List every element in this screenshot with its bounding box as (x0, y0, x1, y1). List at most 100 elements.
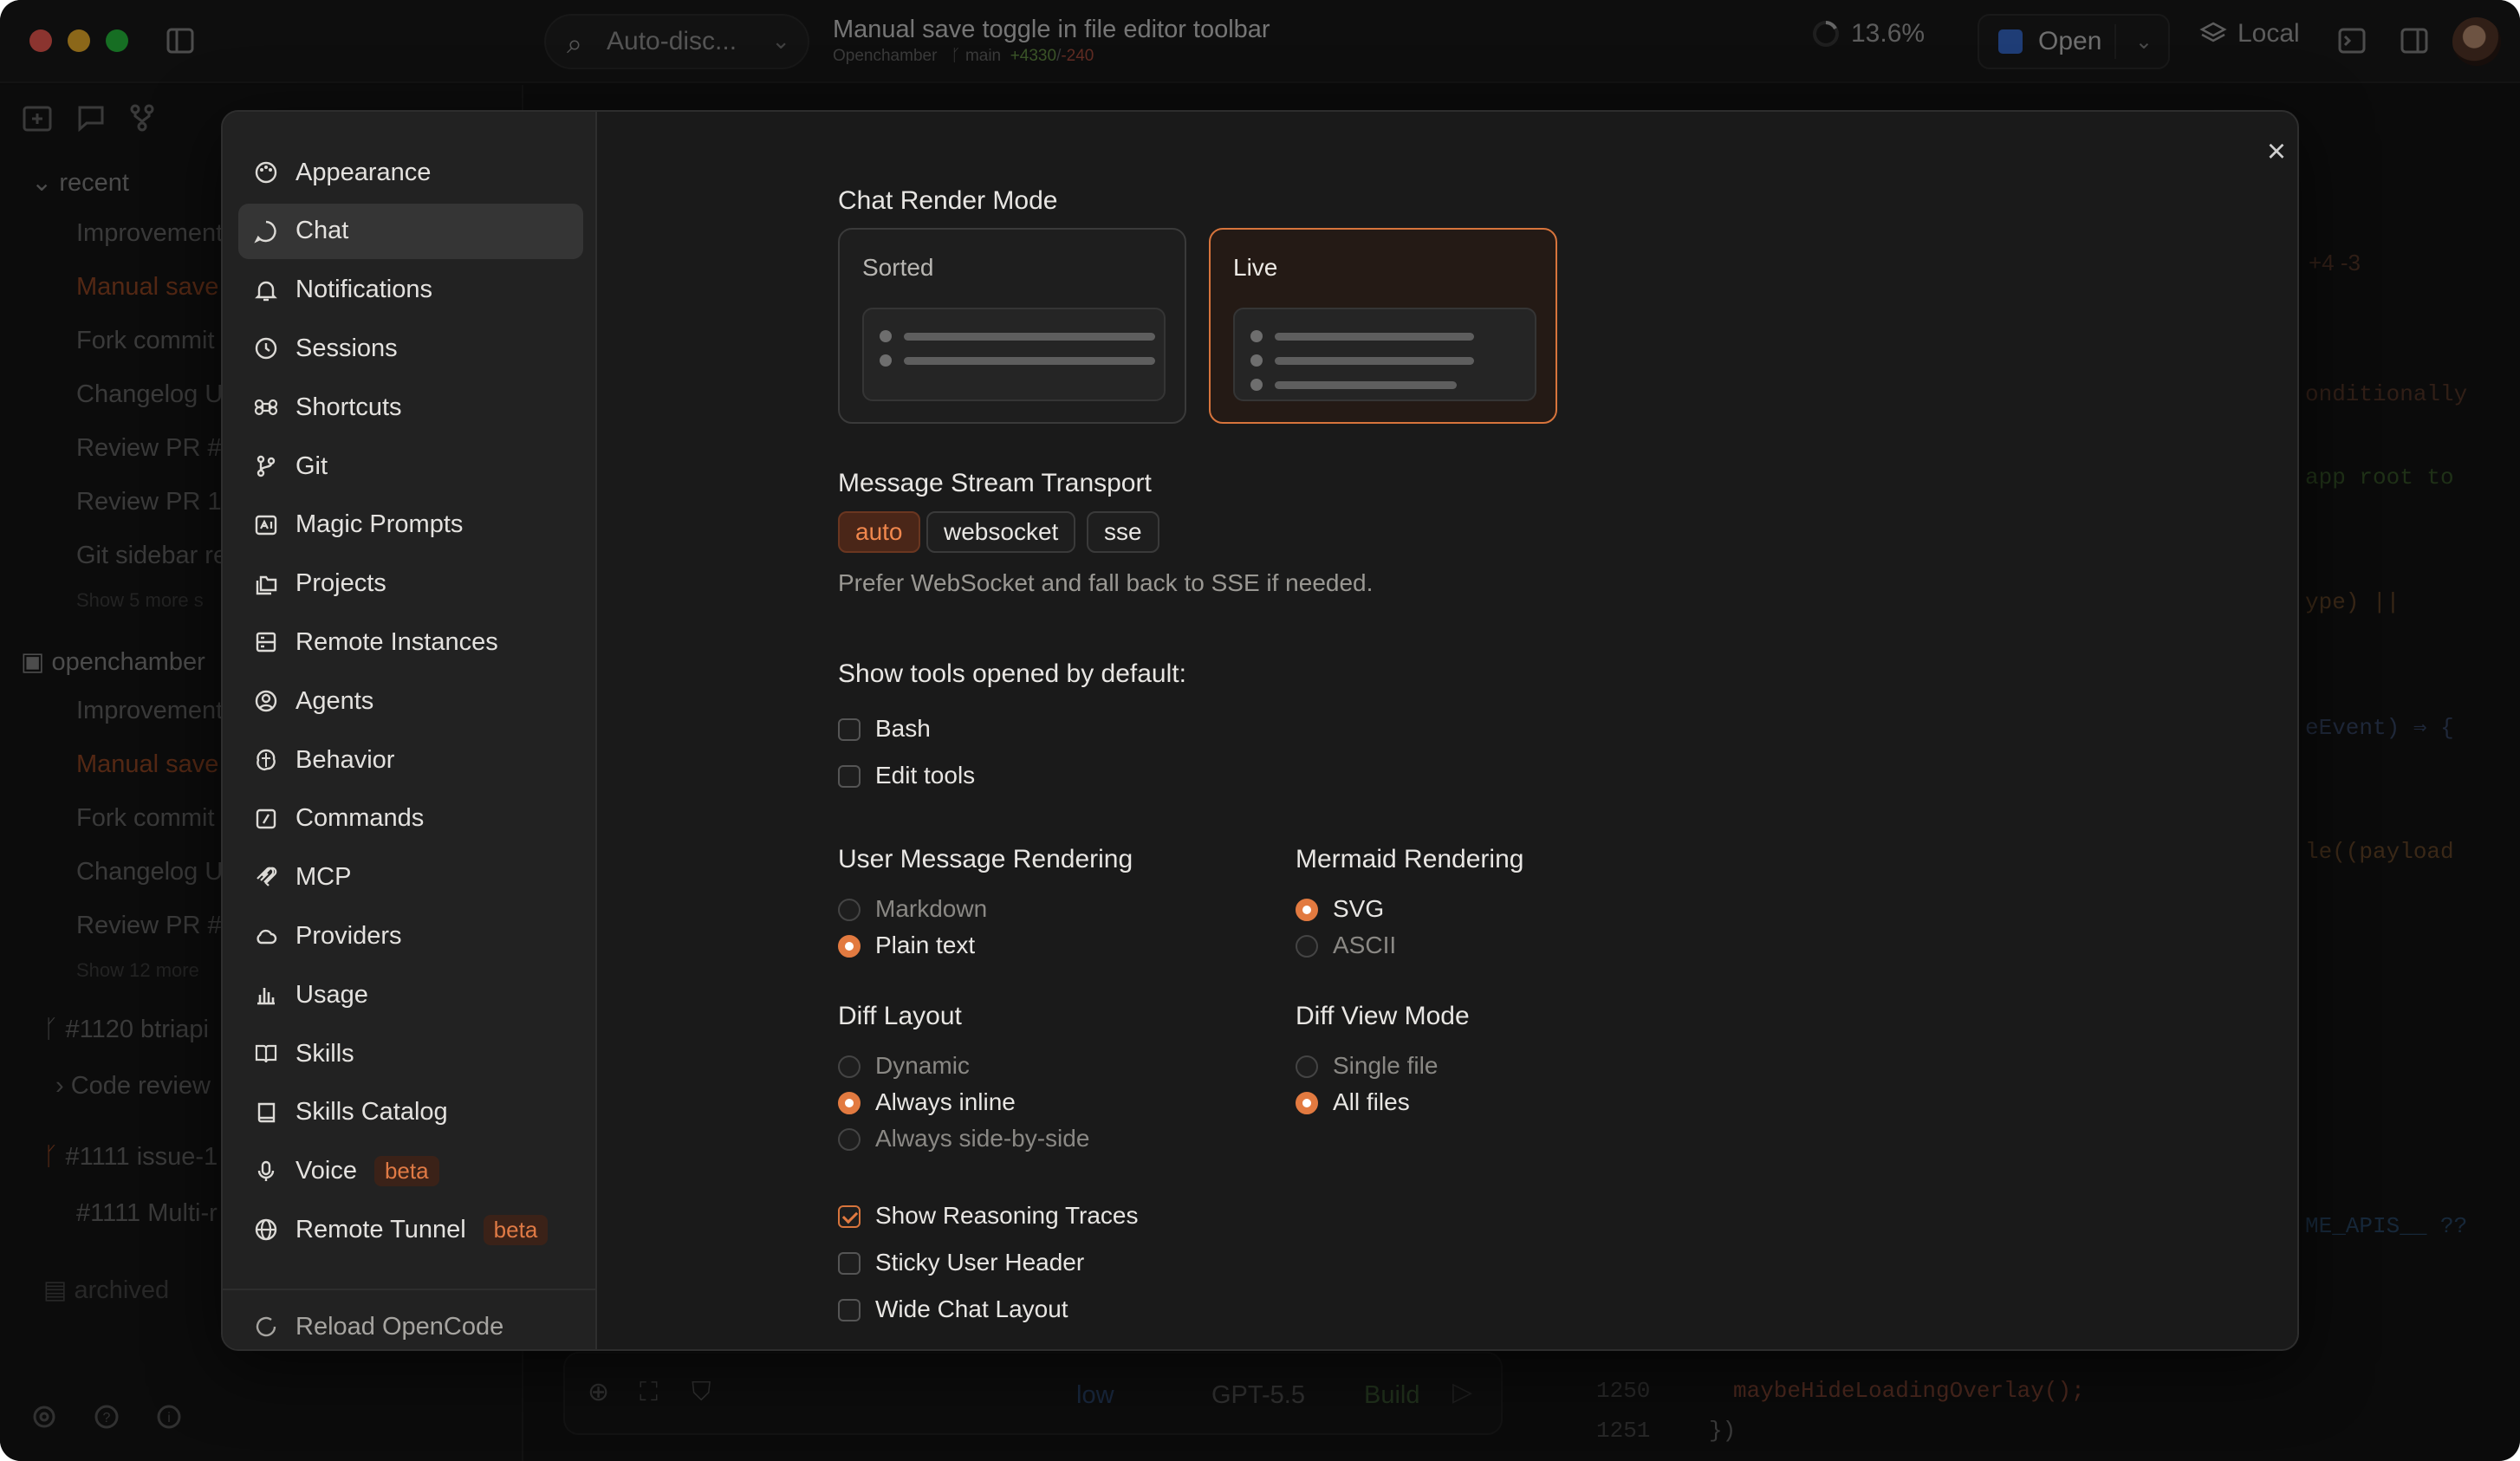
close-icon[interactable]: × (2259, 134, 2294, 169)
nav-item-shortcuts[interactable]: Shortcuts (238, 380, 583, 435)
nav-item-label: Shortcuts (296, 393, 402, 421)
settings-nav: Appearance Chat Notifications Sessions Short… (223, 112, 597, 1349)
diff-view-mode-all-files-label: All files (1333, 1088, 1410, 1115)
nav-item-projects[interactable]: Projects (238, 556, 583, 612)
mcp-icon (257, 867, 277, 886)
cloud-icon (257, 930, 277, 945)
render-mode-sorted-card[interactable]: Sorted (838, 228, 1186, 424)
tool-bash-label: Bash (875, 715, 931, 742)
transport-websocket-chip[interactable]: websocket (926, 511, 1076, 553)
clock-icon (255, 338, 277, 360)
diff-layout-always-inline-radio[interactable] (838, 1092, 861, 1114)
nav-item-providers[interactable]: Providers (238, 908, 583, 964)
diff-layout-title: Diff Layout (838, 1002, 962, 1030)
render-mode-label: Sorted (862, 254, 934, 281)
chat-render-mode-title: Chat Render Mode (838, 186, 1058, 215)
tool-edit-tools-label: Edit tools (875, 762, 976, 789)
diff-layout-dynamic-radio[interactable] (838, 1055, 861, 1078)
beta-badge: beta (483, 1214, 549, 1245)
reload-opencode-button[interactable]: Reload OpenCode (254, 1301, 504, 1349)
nav-item-appearance[interactable]: Appearance (238, 145, 583, 200)
user-message-rendering-markdown-radio[interactable] (838, 899, 861, 921)
git-branch-icon (257, 455, 276, 477)
stream-transport-title: Message Stream Transport (838, 469, 1152, 497)
mermaid-rendering-ascii-label: ASCII (1333, 932, 1397, 958)
render-mode-preview (1233, 308, 1536, 401)
nav-item-label: Appearance (296, 158, 432, 186)
nav-item-label: Remote Tunnel (296, 1215, 466, 1243)
microphone-icon (257, 1160, 275, 1181)
render-mode-label: Live (1233, 254, 1278, 281)
nav-item-commands[interactable]: Commands (238, 791, 583, 847)
mermaid-rendering-title: Mermaid Rendering (1296, 845, 1524, 873)
mermaid-rendering-svg-radio[interactable] (1296, 899, 1318, 921)
diff-view-mode-single-file-radio[interactable] (1296, 1055, 1318, 1078)
tool-edit-tools-checkbox[interactable] (838, 765, 861, 788)
nav-item-behavior[interactable]: Behavior (238, 732, 583, 788)
nav-item-usage[interactable]: Usage (238, 967, 583, 1023)
sticky-user-header-label: Sticky User Header (875, 1249, 1085, 1276)
nav-item-label: Agents (296, 686, 374, 715)
nav-item-label: Behavior (296, 745, 395, 774)
nav-item-label: Providers (296, 921, 402, 950)
mermaid-rendering-svg-label: SVG (1333, 895, 1385, 922)
transport-auto-chip[interactable]: auto (838, 511, 920, 553)
tool-bash-checkbox[interactable] (838, 718, 861, 741)
nav-item-label: MCP (296, 863, 352, 892)
diff-view-mode-single-file-label: Single file (1333, 1052, 1439, 1079)
nav-item-sessions[interactable]: Sessions (238, 321, 583, 376)
nav-item-remote-instances[interactable]: Remote Instances (238, 614, 583, 670)
tools-default-title: Show tools opened by default: (838, 659, 1186, 688)
nav-item-magic-prompts[interactable]: Magic Prompts (238, 497, 583, 553)
preview-dot (1250, 330, 1263, 342)
palette-icon (255, 161, 277, 184)
preview-line (1275, 357, 1474, 365)
reload-icon (256, 1316, 276, 1337)
behavior-icon (257, 749, 276, 771)
preview-line (904, 333, 1155, 341)
nav-item-label: Skills (296, 1039, 354, 1068)
server-icon (256, 633, 276, 653)
nav-item-git[interactable]: Git (238, 438, 583, 494)
preview-dot (880, 354, 892, 367)
settings-dialog: Appearance Chat Notifications Sessions Short… (221, 110, 2299, 1351)
nav-item-label: Commands (296, 804, 425, 833)
transport-sse-chip[interactable]: sse (1087, 511, 1159, 553)
nav-item-notifications[interactable]: Notifications (238, 263, 583, 318)
diff-view-mode-all-files-radio[interactable] (1296, 1092, 1318, 1114)
render-mode-live-card[interactable]: Live (1209, 228, 1557, 424)
command-icon (254, 399, 278, 416)
nav-item-agents[interactable]: Agents (238, 673, 583, 729)
nav-item-voice[interactable]: Voice beta (238, 1144, 583, 1199)
nav-item-label: Chat (296, 217, 349, 245)
nav-item-chat[interactable]: Chat (238, 203, 583, 259)
sticky-user-header-checkbox[interactable] (838, 1252, 861, 1275)
nav-item-label: Magic Prompts (296, 510, 464, 539)
reload-label: Reload OpenCode (296, 1312, 504, 1341)
slash-command-icon (256, 808, 276, 828)
preview-line (1275, 333, 1474, 341)
preview-dot (1250, 354, 1263, 367)
nav-item-skills[interactable]: Skills (238, 1026, 583, 1081)
nav-item-mcp[interactable]: MCP (238, 850, 583, 906)
nav-divider (223, 1289, 597, 1290)
nav-item-remote-tunnel[interactable]: Remote Tunnel beta (238, 1202, 583, 1257)
preview-line (1275, 381, 1457, 389)
mermaid-rendering-ascii-radio[interactable] (1296, 935, 1318, 958)
wide-chat-layout-label: Wide Chat Layout (875, 1295, 1068, 1322)
preview-dot (1250, 379, 1263, 391)
user-message-rendering-title: User Message Rendering (838, 845, 1133, 873)
app-window: ⌕ Auto-disc... ⌄ Manual save toggle in f… (0, 0, 2520, 1461)
nav-item-skills-catalog[interactable]: Skills Catalog (238, 1085, 583, 1140)
magic-icon (255, 515, 277, 535)
nav-item-label: Voice (296, 1157, 357, 1185)
diff-layout-always-side-by-side-radio[interactable] (838, 1128, 861, 1151)
book-icon (257, 1102, 276, 1122)
show-reasoning-traces-checkbox[interactable] (838, 1205, 861, 1228)
render-mode-preview (862, 308, 1166, 401)
agent-icon (255, 690, 277, 712)
nav-item-label: Projects (296, 569, 386, 598)
user-message-rendering-plain-text-label: Plain text (875, 932, 976, 958)
user-message-rendering-plain-text-radio[interactable] (838, 935, 861, 958)
wide-chat-layout-checkbox[interactable] (838, 1299, 861, 1321)
